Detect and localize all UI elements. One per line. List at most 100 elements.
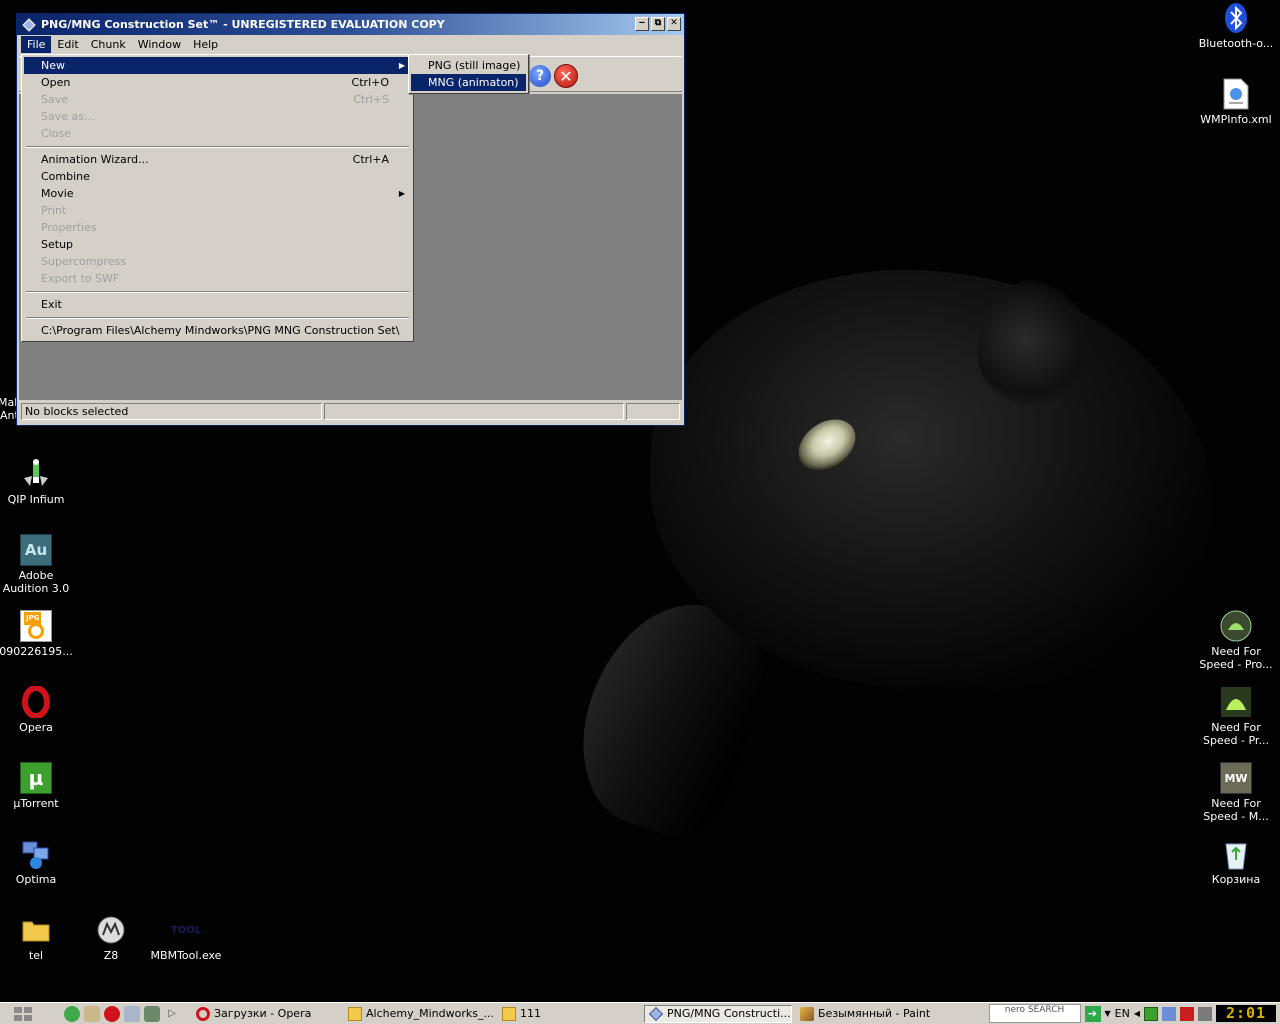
menu-item-label: Export to SWF — [41, 272, 120, 285]
folder-icon — [20, 914, 52, 946]
quick-launch-opera-icon[interactable] — [104, 1005, 120, 1022]
menu-item-close: Close — [24, 125, 411, 142]
menu-item-recent-path[interactable]: C:\Program Files\Alchemy Mindworks\PNG M… — [24, 322, 411, 339]
tray-expand-icon[interactable]: ▼ — [1105, 1009, 1111, 1018]
maximize-button[interactable]: ⧉ — [651, 17, 665, 31]
desktop-icon-z8[interactable]: Z8 — [73, 914, 149, 962]
menu-item-exit[interactable]: Exit — [24, 296, 411, 313]
desktop-icon-label: tel — [28, 949, 44, 962]
desktop-icon-nfs-mw[interactable]: MW Need For Speed - M... — [1198, 762, 1274, 823]
menu-item-supercompress: Supercompress — [24, 253, 411, 270]
network-icon — [20, 838, 52, 870]
menu-item-combine[interactable]: Combine — [24, 168, 411, 185]
task-label: 111 — [520, 1007, 541, 1020]
quick-launch-browser-icon[interactable] — [64, 1005, 80, 1022]
menu-item-label: Save as... — [41, 110, 95, 123]
menu-separator — [24, 287, 411, 296]
exe-icon: TOOL — [170, 914, 202, 946]
desktop-icon-mbmtool[interactable]: TOOL MBMTool.exe — [148, 914, 224, 963]
menu-file[interactable]: File — [21, 36, 52, 53]
menu-item-animation-wizard[interactable]: Animation Wizard... Ctrl+A — [24, 151, 411, 168]
desktop-icon-bluetooth[interactable]: Bluetooth-o... — [1198, 2, 1274, 50]
menu-item-setup[interactable]: Setup — [24, 236, 411, 253]
volume-tray-icon[interactable] — [1198, 1006, 1212, 1021]
quick-launch-app-icon[interactable] — [144, 1005, 160, 1022]
utorrent-tray-icon[interactable] — [1144, 1006, 1158, 1021]
audition-icon-text: Au — [24, 540, 48, 559]
menu-item-label: C:\Program Files\Alchemy Mindworks\PNG M… — [41, 324, 400, 337]
bluetooth-icon — [1220, 2, 1252, 34]
network-tray-icon[interactable] — [1162, 1006, 1176, 1021]
taskbar-task-alchemy-folder[interactable]: Alchemy_Mindworks_... — [344, 1005, 494, 1023]
desktop-icon-label: Opera — [19, 721, 53, 734]
nero-search-box[interactable]: nero SEARCH — [988, 1004, 1081, 1023]
menu-item-label: Setup — [41, 238, 74, 251]
menu-item-shortcut: Ctrl+O — [351, 76, 389, 89]
menu-item-movie[interactable]: Movie ▶ — [24, 185, 411, 202]
title-bar[interactable]: PNG/MNG Construction Set™ - UNREGISTERED… — [17, 14, 684, 35]
desktop-icon-qip[interactable]: QIP Infium — [0, 458, 74, 506]
help-button[interactable]: ? — [529, 65, 551, 87]
clock[interactable]: 2:01 — [1216, 1005, 1276, 1022]
start-button[interactable] — [2, 1005, 44, 1023]
desktop-icon-tel-folder[interactable]: tel — [0, 914, 74, 962]
desktop-icon-wmpinfo[interactable]: WMPInfo.xml — [1198, 78, 1274, 126]
menu-item-shortcut: Ctrl+A — [352, 153, 389, 166]
menu-item-open[interactable]: Open Ctrl+O — [24, 74, 411, 91]
desktop-icon-optima[interactable]: Optima — [0, 838, 74, 886]
recycle-bin-icon — [1220, 838, 1252, 870]
status-pane-2 — [324, 403, 624, 420]
menu-item-new[interactable]: New ▶ — [24, 57, 411, 74]
jpg-file-icon: JPG — [20, 610, 52, 642]
status-pane-3 — [626, 403, 680, 420]
menu-separator — [24, 313, 411, 322]
desktop-icon-opera[interactable]: Opera — [0, 686, 74, 734]
folder-icon — [348, 1006, 362, 1021]
menu-item-label: Open — [41, 76, 71, 89]
menu-bar: File Edit Chunk Window Help — [17, 35, 684, 54]
quick-launch-desktop-icon[interactable] — [84, 1005, 100, 1022]
menu-item-export-swf: Export to SWF — [24, 270, 411, 287]
system-tray: nero SEARCH ➔ ▼ EN ◀ 2:01 — [988, 1004, 1280, 1023]
menu-item-label: Combine — [41, 170, 90, 183]
xml-file-icon — [1220, 78, 1252, 110]
desktop-icon-audition[interactable]: Au Adobe Audition 3.0 — [0, 534, 74, 595]
close-window-button[interactable]: ✕ — [667, 17, 681, 31]
desktop-icon-recycle-bin[interactable]: Корзина — [1198, 838, 1274, 886]
desktop-icon-jpg-file[interactable]: JPG 090226195... — [0, 610, 74, 658]
submenu-item-mng[interactable]: MNG (animaton) — [411, 74, 526, 91]
desktop-icon-nfs[interactable]: Need For Speed - Pr... — [1198, 686, 1274, 747]
taskbar-task-opera[interactable]: Загрузки - Opera — [192, 1005, 340, 1023]
desktop-icon-utorrent[interactable]: µ µTorrent — [0, 762, 74, 810]
menu-edit[interactable]: Edit — [51, 36, 84, 53]
nfs-icon — [1220, 686, 1252, 718]
menu-window[interactable]: Window — [132, 36, 187, 53]
desktop-icon-label: MBMTool.exe — [150, 949, 222, 962]
tray-collapse-icon[interactable]: ◀ — [1134, 1009, 1140, 1018]
menu-item-label: Print — [41, 204, 67, 217]
language-indicator[interactable]: EN — [1115, 1007, 1130, 1020]
kaspersky-tray-icon[interactable] — [1180, 1006, 1194, 1021]
jpg-badge: JPG — [24, 612, 42, 625]
taskbar-task-paint[interactable]: Безымянный - Paint — [796, 1005, 944, 1023]
taskbar-task-111-folder[interactable]: 111 — [498, 1005, 640, 1023]
taskbar-task-png-mng[interactable]: PNG/MNG Constructi... — [644, 1004, 792, 1023]
menu-item-label: Movie — [41, 187, 74, 200]
desktop-icon-label: Z8 — [103, 949, 119, 962]
forward-arrow-icon[interactable]: ➔ — [1084, 1005, 1101, 1022]
window-controls: ‒ ⧉ ✕ — [635, 17, 681, 31]
submenu-item-png[interactable]: PNG (still image) — [411, 57, 526, 74]
quick-launch-notepad-icon[interactable] — [124, 1005, 140, 1022]
window-title: PNG/MNG Construction Set™ - UNREGISTERED… — [41, 18, 445, 31]
windows-logo-icon — [14, 1006, 32, 1021]
minimize-button[interactable]: ‒ — [635, 17, 649, 31]
menu-help[interactable]: Help — [187, 36, 224, 53]
nfs-mw-icon: MW — [1220, 762, 1252, 794]
exit-button[interactable]: ✕ — [554, 64, 578, 88]
menu-chunk[interactable]: Chunk — [85, 36, 132, 53]
menu-item-label: Exit — [41, 298, 62, 311]
opera-icon — [20, 686, 52, 718]
desktop-icon-nfs-prostreet[interactable]: Need For Speed - Pro... — [1198, 610, 1274, 671]
quick-launch-expand-icon[interactable]: ▷ — [164, 1006, 180, 1022]
desktop-icon-label: WMPInfo.xml — [1200, 113, 1272, 126]
